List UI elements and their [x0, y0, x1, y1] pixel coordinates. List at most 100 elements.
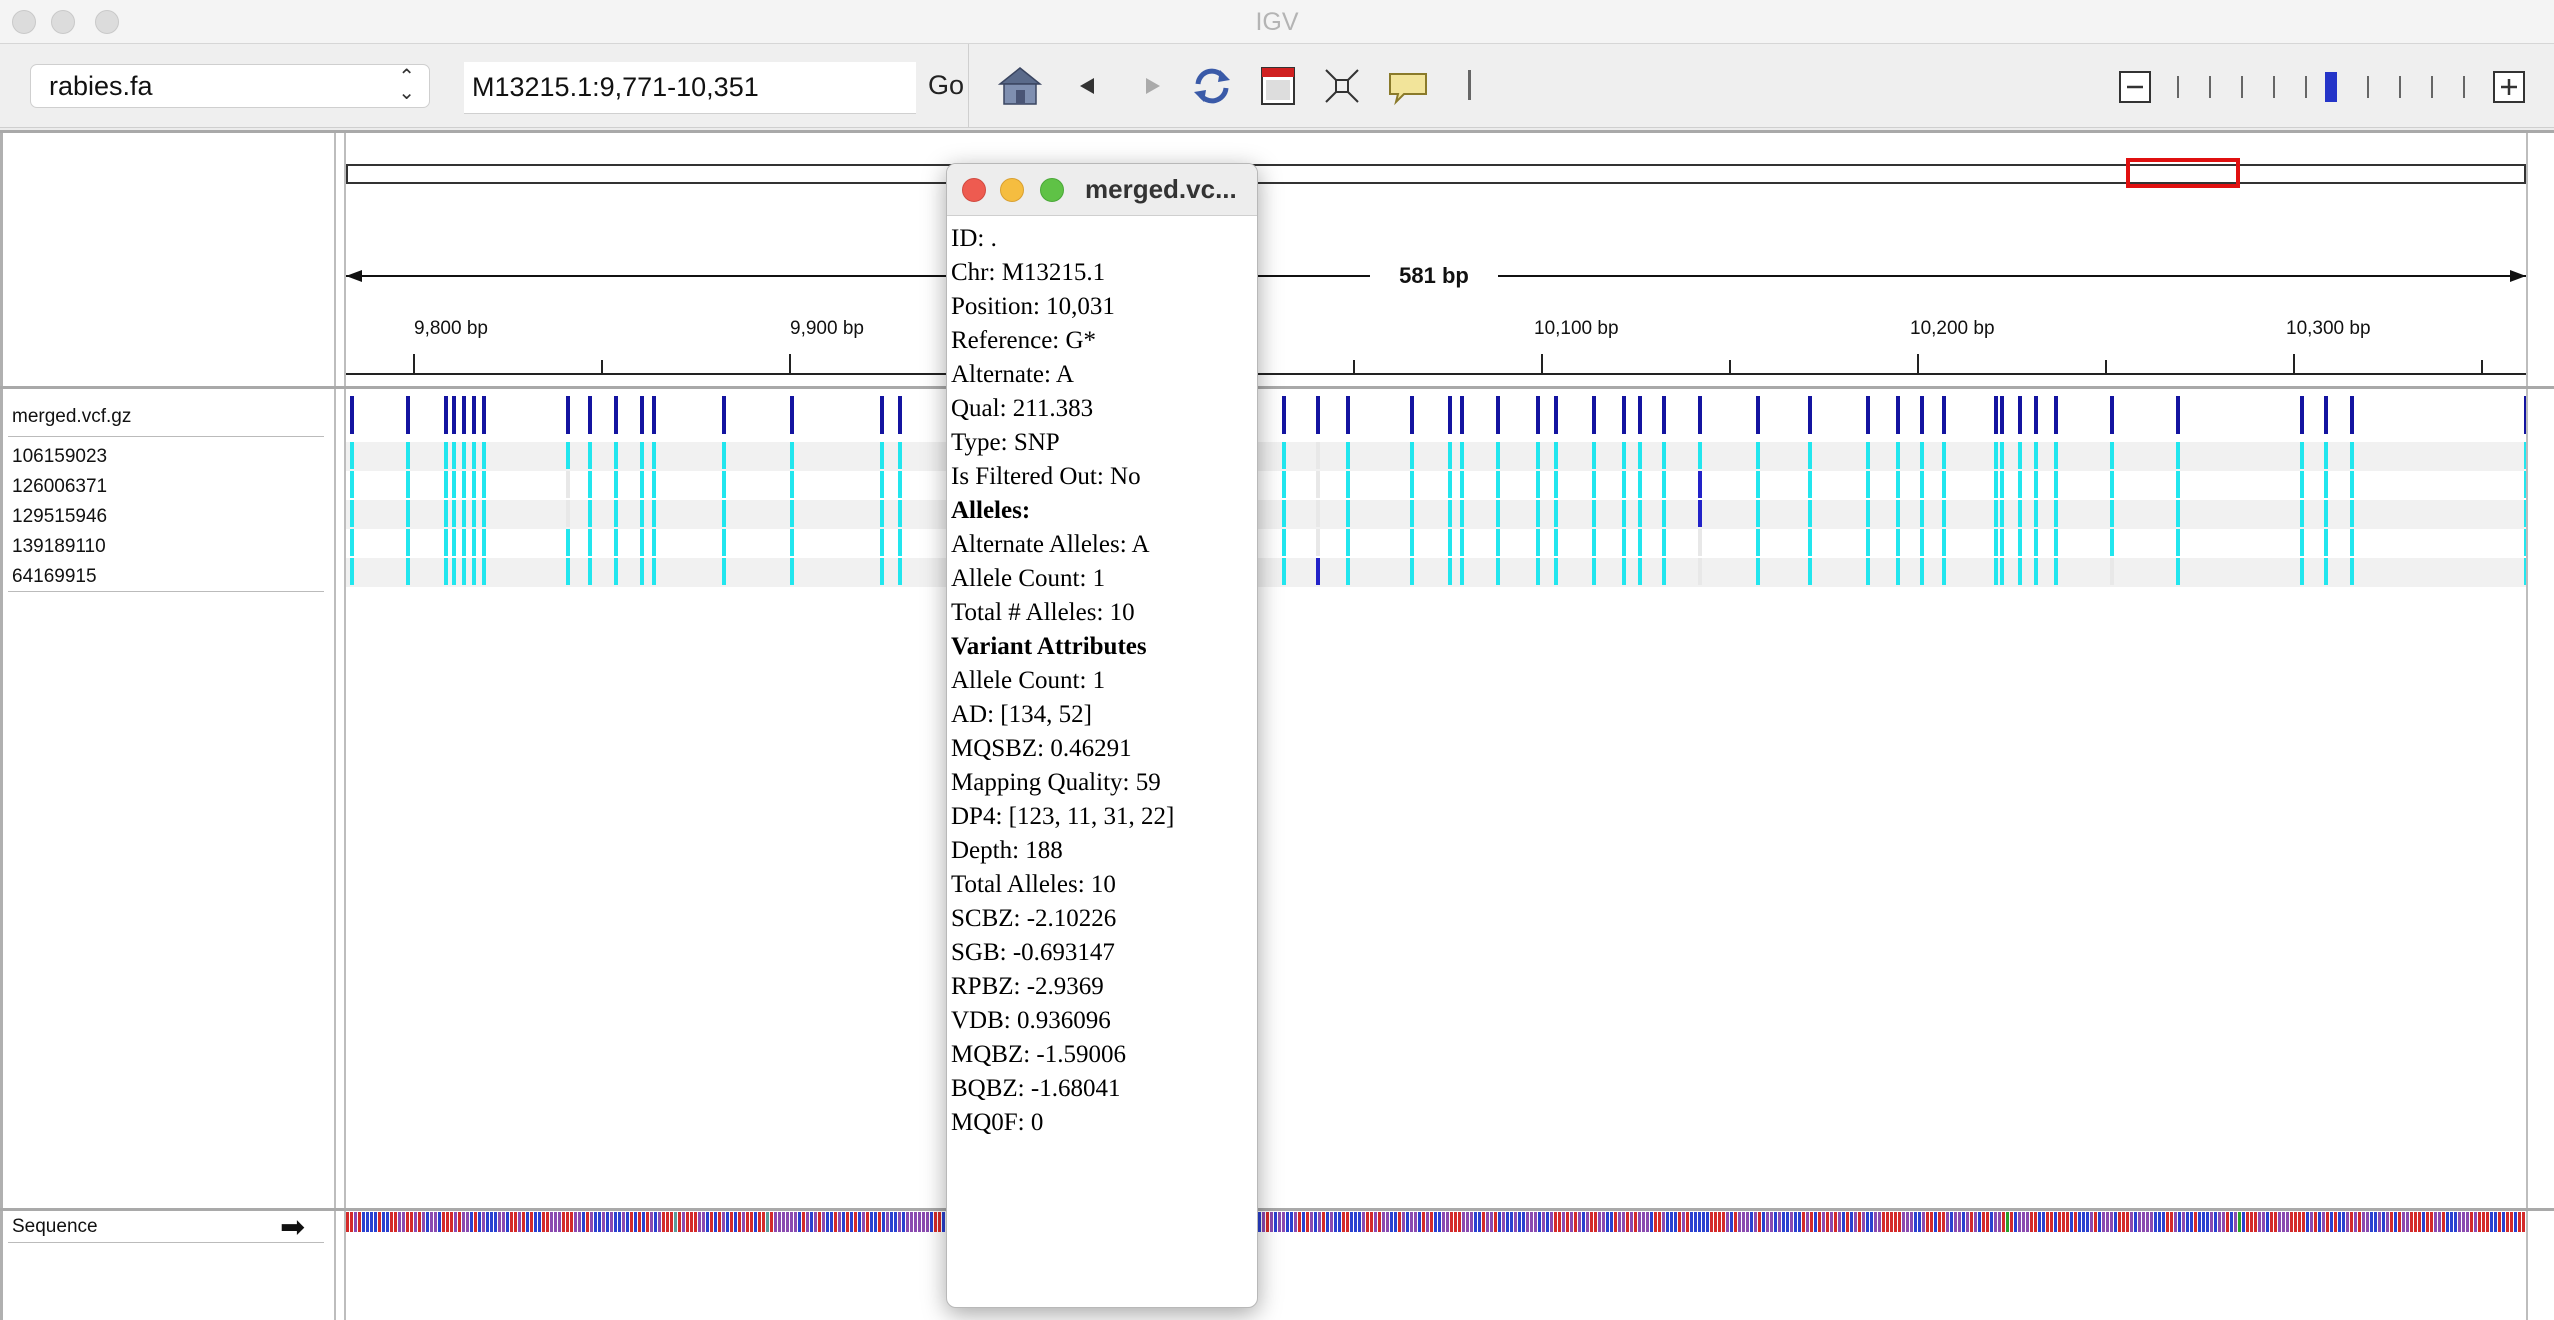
sequence-base-mark: [2366, 1212, 2369, 1232]
popup-title-bar[interactable]: merged.vc...: [947, 164, 1257, 216]
genotype-cell: [2034, 529, 2038, 556]
sequence-base-mark: [474, 1212, 477, 1232]
sequence-base-mark: [2314, 1212, 2317, 1232]
sequence-base-mark: [438, 1212, 441, 1232]
genotype-cell: [2350, 529, 2354, 556]
sequence-base-mark: [2034, 1212, 2037, 1232]
sequence-base-mark: [2286, 1212, 2289, 1232]
popup-close-button[interactable]: [962, 178, 986, 202]
sequence-base-mark: [1678, 1212, 1681, 1232]
genotype-cell: [482, 500, 486, 527]
sequence-base-mark: [1950, 1212, 1953, 1232]
sequence-base-mark: [2098, 1212, 2101, 1232]
sequence-base-mark: [2254, 1212, 2257, 1232]
genotype-cell: [406, 471, 410, 498]
sequence-base-mark: [378, 1212, 381, 1232]
sequence-base-mark: [2458, 1212, 2461, 1232]
genotype-cell: [880, 558, 884, 585]
sample-name[interactable]: 139189110: [12, 536, 106, 558]
sequence-base-mark: [426, 1212, 429, 1232]
sequence-base-mark: [578, 1212, 581, 1232]
genotype-cell: [790, 558, 794, 585]
sequence-base-mark: [798, 1212, 801, 1232]
sequence-base-mark: [878, 1212, 881, 1232]
genotype-cell: [1554, 442, 1558, 469]
sequence-base-mark: [2146, 1212, 2149, 1232]
genotype-cell: [1808, 529, 1812, 556]
refresh-icon[interactable]: [1188, 62, 1236, 110]
sequence-base-mark: [538, 1212, 541, 1232]
fit-icon[interactable]: [1318, 62, 1366, 110]
sequence-base-mark: [458, 1212, 461, 1232]
genotype-cell: [2054, 500, 2058, 527]
genotype-cell: [640, 442, 644, 469]
genome-dropdown[interactable]: rabies.fa ⌃ ⌄: [30, 64, 430, 108]
sequence-base-mark: [2158, 1212, 2161, 1232]
genotype-cell: [2350, 500, 2354, 527]
sequence-base-mark: [2406, 1212, 2409, 1232]
roi-icon[interactable]: [1254, 62, 1302, 110]
popup-info-icon[interactable]: [1384, 62, 1432, 110]
strand-arrow-icon[interactable]: ➡: [280, 1210, 305, 1245]
variant-site-bar: [462, 396, 466, 434]
locus-input[interactable]: [464, 62, 916, 114]
sequence-base-mark: [1794, 1212, 1797, 1232]
track-name-variants[interactable]: merged.vcf.gz: [12, 406, 131, 428]
popup-title: merged.vc...: [1085, 174, 1237, 204]
home-icon[interactable]: [996, 62, 1044, 110]
popup-zoom-button[interactable]: [1040, 178, 1064, 202]
genotype-cell: [1496, 471, 1500, 498]
genotype-cell: [472, 529, 476, 556]
genotype-cell: [1346, 442, 1350, 469]
popup-minimize-button[interactable]: [1000, 178, 1024, 202]
sample-name[interactable]: 126006371: [12, 476, 107, 498]
sequence-base-mark: [1954, 1212, 1957, 1232]
chevron-updown-icon: ⌃ ⌄: [398, 66, 415, 104]
genotype-cell: [2110, 500, 2114, 527]
genotype-cell: [1346, 471, 1350, 498]
sequence-base-mark: [1886, 1212, 1889, 1232]
track-name-sequence[interactable]: Sequence: [12, 1216, 98, 1238]
sequence-base-mark: [558, 1212, 561, 1232]
variant-site-bar: [1994, 396, 1998, 434]
genotype-cell: [1994, 500, 1998, 527]
genotype-cell: [1536, 500, 1540, 527]
variant-info-popup[interactable]: merged.vc... ID: . Chr: M13215.1 Position:…: [946, 163, 1258, 1308]
sequence-base-mark: [498, 1212, 501, 1232]
sequence-base-mark: [1930, 1212, 1933, 1232]
genotype-cell: [350, 442, 354, 469]
sample-name[interactable]: 106159023: [12, 446, 107, 468]
popup-attribute-line: Position: 10,031: [951, 293, 1115, 320]
forward-icon[interactable]: [1128, 62, 1176, 110]
popup-attribute-line: MQBZ: -1.59006: [951, 1041, 1126, 1068]
sequence-base-mark: [642, 1212, 645, 1232]
sequence-base-mark: [2506, 1212, 2509, 1232]
back-icon[interactable]: [1064, 62, 1112, 110]
genotype-cell: [1496, 558, 1500, 585]
sequence-base-mark: [1798, 1212, 1801, 1232]
variant-site-bar: [2524, 396, 2526, 434]
genotype-cell: [1448, 442, 1452, 469]
sequence-base-mark: [2434, 1212, 2437, 1232]
genotype-cell: [1460, 471, 1464, 498]
genotype-cell: [462, 442, 466, 469]
sequence-base-mark: [2502, 1212, 2505, 1232]
genotype-cell: [2176, 442, 2180, 469]
popup-attribute-line: SGB: -0.693147: [951, 939, 1115, 966]
variant-site-bar: [1554, 396, 1558, 434]
genotype-cell: [2054, 442, 2058, 469]
sequence-track-canvas[interactable]: [346, 1212, 2526, 1232]
go-button[interactable]: Go: [928, 70, 964, 101]
sequence-base-mark: [1890, 1212, 1893, 1232]
sequence-base-mark: [366, 1212, 369, 1232]
sequence-base-mark: [1302, 1212, 1305, 1232]
sample-name[interactable]: 129515946: [12, 506, 107, 528]
sample-name[interactable]: 64169915: [12, 566, 97, 588]
zoom-widget[interactable]: [2110, 64, 2540, 110]
sequence-base-mark: [1366, 1212, 1369, 1232]
genotype-cell: [1994, 471, 1998, 498]
sequence-base-mark: [1482, 1212, 1485, 1232]
variant-site-bar: [1536, 396, 1540, 434]
sequence-base-mark: [754, 1212, 757, 1232]
variant-track-canvas[interactable]: [346, 396, 2526, 590]
